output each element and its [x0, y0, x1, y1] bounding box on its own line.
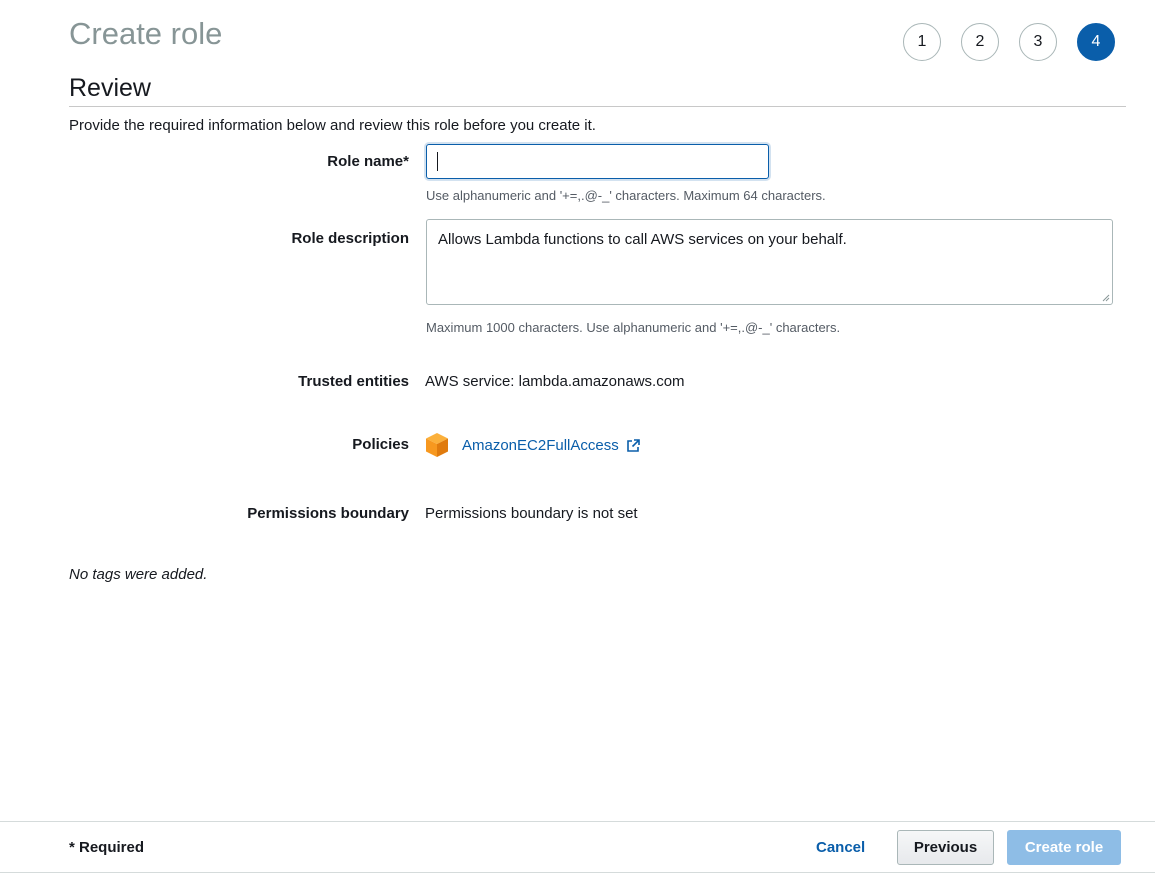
no-tags-message: No tags were added. [69, 566, 208, 583]
permissions-boundary-value: Permissions boundary is not set [425, 505, 638, 522]
policies-label: Policies [352, 436, 409, 453]
trusted-entities-value: AWS service: lambda.amazonaws.com [425, 373, 685, 390]
step-2[interactable]: 2 [961, 23, 999, 61]
footer-divider-top [0, 821, 1155, 822]
trusted-entities-label: Trusted entities [298, 373, 409, 390]
text-caret [437, 152, 438, 171]
create-role-page: Create role 1 2 3 4 Review Provide the r… [0, 0, 1155, 891]
wizard-steps: 1 2 3 4 [903, 23, 1115, 61]
section-divider [69, 106, 1126, 107]
role-description-hint: Maximum 1000 characters. Use alphanumeri… [426, 320, 841, 335]
external-link-icon [626, 439, 640, 452]
section-title: Review [69, 74, 151, 102]
role-name-hint: Use alphanumeric and '+=,.@-_' character… [426, 188, 826, 203]
aws-managed-policy-cube-icon [426, 433, 448, 457]
page-title: Create role [69, 16, 223, 51]
policy-name: AmazonEC2FullAccess [462, 437, 619, 454]
intro-text: Provide the required information below a… [69, 117, 596, 134]
permissions-boundary-label: Permissions boundary [247, 505, 409, 522]
previous-button[interactable]: Previous [897, 830, 994, 865]
role-name-label: Role name* [327, 153, 409, 170]
cancel-button[interactable]: Cancel [816, 838, 865, 858]
policy-link-amazonec2fullaccess[interactable]: AmazonEC2FullAccess [462, 436, 641, 456]
resize-grip-icon[interactable] [1102, 294, 1110, 302]
footer-divider-bottom [0, 872, 1155, 873]
step-3[interactable]: 3 [1019, 23, 1057, 61]
create-role-button[interactable]: Create role [1007, 830, 1121, 865]
role-name-input[interactable] [426, 144, 769, 179]
required-note: * Required [69, 839, 145, 856]
role-description-label: Role description [291, 230, 409, 247]
role-description-text: Allows Lambda functions to call AWS serv… [438, 231, 847, 248]
step-1[interactable]: 1 [903, 23, 941, 61]
step-4-active: 4 [1077, 23, 1115, 61]
role-description-textarea[interactable]: Allows Lambda functions to call AWS serv… [426, 219, 1113, 305]
